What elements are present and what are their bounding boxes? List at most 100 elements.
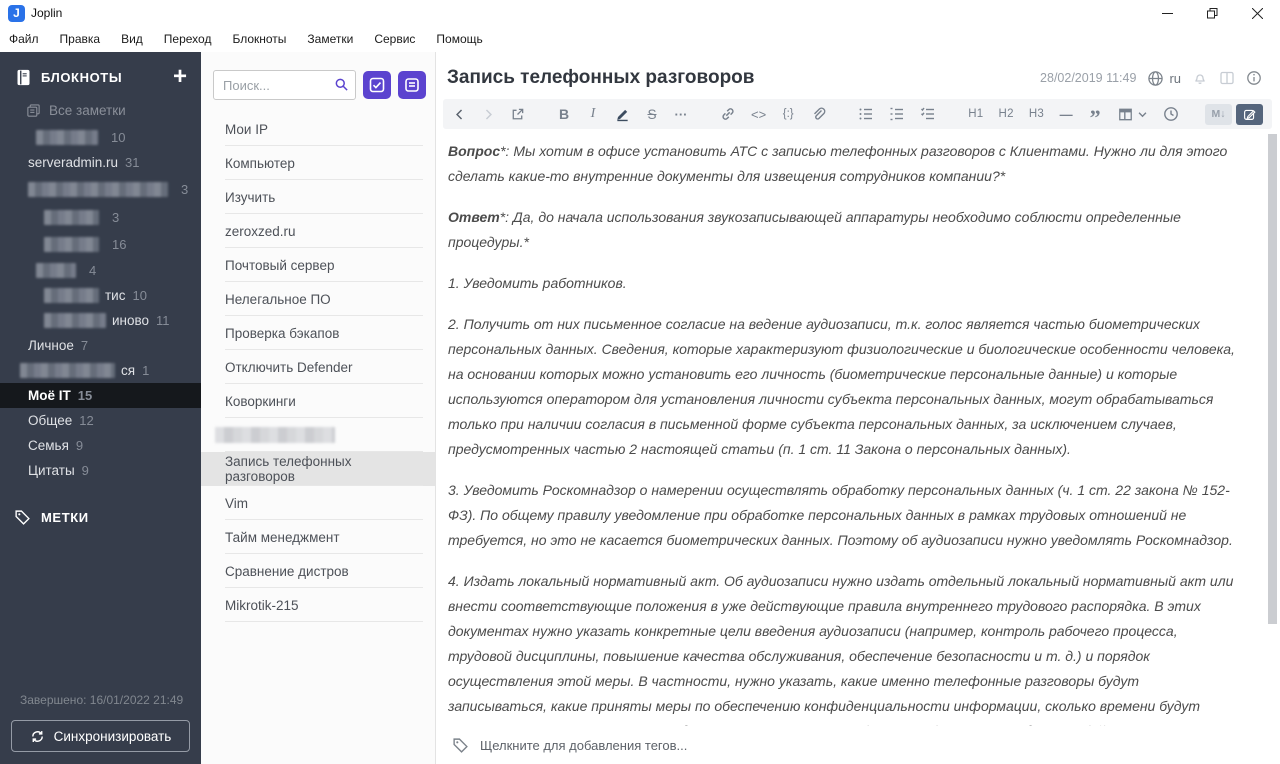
sidebar-notebook-redacted[interactable]: 16 <box>0 231 201 258</box>
blockquote-button[interactable]: ” <box>1088 105 1102 129</box>
forward-button[interactable] <box>481 108 495 121</box>
redacted-block <box>20 363 115 378</box>
checkbox-list-icon[interactable] <box>920 106 936 122</box>
heading2-button[interactable]: H2 <box>999 108 1014 120</box>
menu-notebooks[interactable]: Блокноты <box>232 32 286 46</box>
paragraph: 3. Уведомить Роскомнадзор о намерении ос… <box>448 482 1233 548</box>
code-block-button[interactable]: {:} <box>781 108 795 120</box>
highlight-pen-icon[interactable] <box>615 107 630 122</box>
redacted-block <box>44 237 99 252</box>
paragraph: 2. Получить от них письменное согласие н… <box>448 316 1235 457</box>
note-title-input[interactable]: Запись телефонных разговоров <box>447 67 1040 89</box>
sidebar-notebook-redacted[interactable]: 10 <box>0 125 201 150</box>
menu-notes[interactable]: Заметки <box>307 32 353 46</box>
add-tags-placeholder: Щелкните для добавления тегов... <box>480 737 688 753</box>
hyperlink-icon[interactable] <box>720 106 736 122</box>
note-list-item[interactable]: Нелегальное ПО <box>201 282 435 316</box>
search-icon[interactable] <box>334 77 349 92</box>
sidebar-notebook-redacted[interactable]: тис 10 <box>0 283 201 308</box>
sidebar-notebook-moe-it[interactable]: Моё IT 15 <box>0 383 201 408</box>
menu-file[interactable]: Файл <box>9 32 39 46</box>
sync-icon <box>30 729 45 744</box>
note-list-item[interactable]: Mikrotik-215 <box>201 588 435 622</box>
editor-scrollbar[interactable] <box>1268 134 1277 624</box>
sidebar-notebook-semya[interactable]: Семья 9 <box>0 433 201 458</box>
tags-header-label: МЕТКИ <box>41 510 89 525</box>
note-list-item-redacted[interactable] <box>201 418 435 452</box>
close-button[interactable] <box>1235 0 1280 26</box>
sidebar-notebook-redacted[interactable]: ся 1 <box>0 358 201 383</box>
note-list-item[interactable]: Проверка бэкапов <box>201 316 435 350</box>
back-button[interactable] <box>452 108 466 121</box>
richtext-editor-toggle[interactable] <box>1236 103 1263 125</box>
tags-header: МЕТКИ <box>0 509 201 526</box>
more-options-button[interactable]: ··· <box>674 107 688 122</box>
new-todo-button[interactable] <box>363 71 391 99</box>
sidebar-notebook-redacted[interactable]: 4 <box>0 258 201 283</box>
inline-code-button[interactable]: <> <box>751 107 766 122</box>
redacted-block <box>28 182 168 197</box>
tag-bar[interactable]: Щелкните для добавления тегов... <box>436 726 1280 764</box>
sidebar: БЛОКНОТЫ + Все заметки 10 serveradmin.ru… <box>0 52 201 764</box>
minimize-button[interactable] <box>1145 0 1190 26</box>
sidebar-notebook-lichnoe[interactable]: Личное 7 <box>0 333 201 358</box>
menu-bar: Файл Правка Вид Переход Блокноты Заметки… <box>0 26 1280 52</box>
joplin-logo-icon: J <box>8 4 25 22</box>
alarm-bell-icon[interactable] <box>1192 70 1208 86</box>
note-list-item[interactable]: Отключить Defender <box>201 350 435 384</box>
note-list-item-selected[interactable]: Запись телефонных разговоров <box>201 452 435 486</box>
restore-button[interactable] <box>1190 0 1235 26</box>
menu-go[interactable]: Переход <box>164 32 212 46</box>
horizontal-rule-button[interactable]: — <box>1059 107 1073 122</box>
note-list-item[interactable]: Тайм менеджмент <box>201 520 435 554</box>
heading3-button[interactable]: H3 <box>1029 108 1044 120</box>
redacted-block <box>44 313 106 328</box>
note-list-item[interactable]: Почтовый сервер <box>201 248 435 282</box>
heading1-button[interactable]: H1 <box>968 108 983 120</box>
all-notes-label: Все заметки <box>49 103 126 118</box>
menu-edit[interactable]: Правка <box>60 32 101 46</box>
insert-table-button[interactable] <box>1117 106 1148 123</box>
new-notebook-button[interactable]: + <box>173 65 187 89</box>
sidebar-notebook-redacted[interactable]: иново 11 <box>0 308 201 333</box>
menu-view[interactable]: Вид <box>121 32 143 46</box>
attach-file-icon[interactable] <box>810 106 826 122</box>
all-notes-icon <box>26 103 41 118</box>
sidebar-notebook-redacted[interactable]: 3 <box>0 175 201 204</box>
sidebar-notebook-obshchee[interactable]: Общее 12 <box>0 408 201 433</box>
sidebar-notebook-serveradmin[interactable]: serveradmin.ru 31 <box>0 150 201 175</box>
bold-button[interactable]: B <box>557 106 571 122</box>
menu-tools[interactable]: Сервис <box>374 32 415 46</box>
note-properties-icon[interactable] <box>1246 70 1262 86</box>
new-note-button[interactable] <box>398 71 426 99</box>
sync-button[interactable]: Синхронизировать <box>11 720 190 752</box>
note-list-item[interactable]: zeroxzed.ru <box>201 214 435 248</box>
search-box <box>213 70 356 100</box>
sidebar-notebook-citaty[interactable]: Цитаты 9 <box>0 458 201 483</box>
note-list-panel: Мои IP Компьютер Изучить zeroxzed.ru Поч… <box>201 52 436 764</box>
insert-datetime-icon[interactable] <box>1163 106 1179 122</box>
bullet-list-icon[interactable] <box>858 106 874 122</box>
sidebar-item-all-notes[interactable]: Все заметки <box>0 98 201 123</box>
add-tag-icon <box>452 737 469 754</box>
note-list-item[interactable]: Мои IP <box>201 112 435 146</box>
note-list-item[interactable]: Компьютер <box>201 146 435 180</box>
numbered-list-icon[interactable] <box>889 106 905 122</box>
menu-help[interactable]: Помощь <box>436 32 482 46</box>
globe-icon[interactable] <box>1147 70 1164 87</box>
note-icon <box>404 77 420 93</box>
note-list-item[interactable]: Изучить <box>201 180 435 214</box>
note-list-item[interactable]: Коворкинги <box>201 384 435 418</box>
note-list-item[interactable]: Сравнение дистров <box>201 554 435 588</box>
spellcheck-language[interactable]: ru <box>1169 71 1181 86</box>
external-edit-icon[interactable] <box>510 107 525 122</box>
markdown-editor-toggle[interactable]: M↓ <box>1205 103 1232 125</box>
split-view-icon[interactable] <box>1219 70 1235 86</box>
sidebar-footer: Завершено: 16/01/2022 21:49 Синхронизиро… <box>0 683 201 764</box>
note-list-item[interactable]: Vim <box>201 486 435 520</box>
sidebar-notebook-redacted[interactable]: 3 <box>0 204 201 231</box>
italic-button[interactable]: I <box>586 106 600 122</box>
editor-header: Запись телефонных разговоров 28/02/2019 … <box>436 52 1280 95</box>
notebooks-header: БЛОКНОТЫ + <box>0 52 201 98</box>
strikethrough-button[interactable]: S <box>645 107 659 122</box>
